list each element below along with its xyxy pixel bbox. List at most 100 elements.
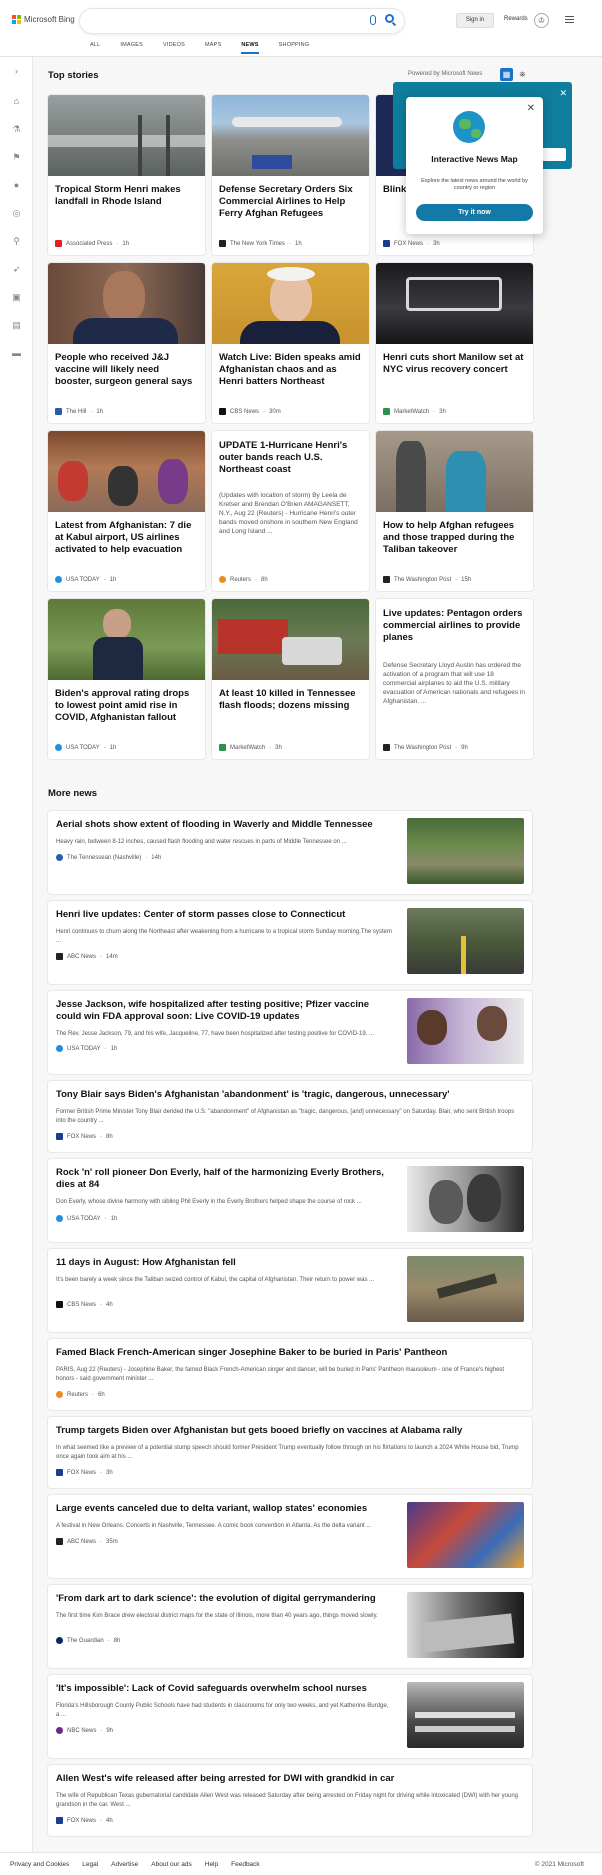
news-title[interactable]: Rock 'n' roll pioneer Don Everly, half o…: [56, 1167, 392, 1191]
news-item[interactable]: Allen West's wife released after being a…: [48, 1765, 532, 1836]
story-card[interactable]: Live updates: Pentagon orders commercial…: [376, 599, 533, 759]
news-item[interactable]: Trump targets Biden over Afghanistan but…: [48, 1417, 532, 1488]
globe-icon[interactable]: ◎: [12, 209, 21, 218]
source-logo-icon: [219, 744, 226, 751]
tab-videos[interactable]: VIDEOS: [163, 42, 185, 52]
story-card[interactable]: Latest from Afghanistan: 7 die at Kabul …: [48, 431, 205, 591]
story-card[interactable]: Biden's approval rating drops to lowest …: [48, 599, 205, 759]
news-title[interactable]: Aerial shots show extent of flooding in …: [56, 819, 392, 831]
source-logo-icon: [56, 1045, 63, 1052]
home-icon[interactable]: ⌂: [12, 97, 21, 106]
news-snippet: The first time Kim Brace drew electoral …: [56, 1613, 378, 1619]
news-title[interactable]: 'It's impossible': Lack of Covid safegua…: [56, 1683, 392, 1695]
story-card[interactable]: UPDATE 1-Hurricane Henri's outer bands r…: [212, 431, 369, 591]
rewards-link[interactable]: Rewards: [504, 16, 528, 22]
footer-link-feedback[interactable]: Feedback: [231, 1861, 260, 1868]
news-item[interactable]: Aerial shots show extent of flooding in …: [48, 811, 532, 894]
story-title[interactable]: At least 10 killed in Tennessee flash fl…: [219, 688, 362, 712]
story-card[interactable]: People who received J&J vaccine will lik…: [48, 263, 205, 423]
news-title[interactable]: Famed Black French-American singer Josep…: [56, 1347, 524, 1359]
science-icon[interactable]: ⚗: [12, 125, 21, 134]
news-title[interactable]: Large events canceled due to delta varia…: [56, 1503, 392, 1515]
search-input[interactable]: [80, 9, 404, 33]
tab-news[interactable]: NEWS: [241, 42, 259, 54]
story-image: [48, 431, 205, 512]
story-card[interactable]: Henri cuts short Manilow set at NYC viru…: [376, 263, 533, 423]
news-item[interactable]: Henri live updates: Center of storm pass…: [48, 901, 532, 984]
story-card[interactable]: Watch Live: Biden speaks amid Afghanista…: [212, 263, 369, 423]
card-icon[interactable]: ▬: [12, 349, 21, 358]
expand-icon[interactable]: ›: [12, 67, 21, 76]
footer-link-advertise[interactable]: Advertise: [111, 1861, 138, 1868]
grid-view-icon[interactable]: ▦: [500, 68, 513, 81]
news-title[interactable]: Trump targets Biden over Afghanistan but…: [56, 1425, 524, 1437]
microscope-icon[interactable]: ⚲: [12, 237, 21, 246]
story-title[interactable]: UPDATE 1-Hurricane Henri's outer bands r…: [219, 440, 362, 476]
source-logo-icon: [56, 1469, 63, 1476]
news-title[interactable]: Tony Blair says Biden's Afghanistan 'aba…: [56, 1089, 524, 1101]
tab-shopping[interactable]: SHOPPING: [279, 42, 310, 52]
microphone-icon[interactable]: [370, 15, 376, 25]
story-title[interactable]: Live updates: Pentagon orders commercial…: [383, 608, 526, 644]
map-pin-icon[interactable]: ●: [12, 181, 21, 190]
tab-maps[interactable]: MAPS: [205, 42, 221, 52]
footer-link-about-ads[interactable]: About our ads: [151, 1861, 191, 1868]
news-title[interactable]: Henri live updates: Center of storm pass…: [56, 909, 392, 921]
bing-logo[interactable]: Microsoft Bing: [12, 15, 75, 24]
news-item[interactable]: 'From dark art to dark science': the evo…: [48, 1585, 532, 1668]
story-title[interactable]: Tropical Storm Henri makes landfall in R…: [55, 184, 198, 208]
map-view-icon[interactable]: ⛯: [516, 68, 529, 81]
story-title[interactable]: Watch Live: Biden speaks amid Afghanista…: [219, 352, 362, 388]
story-image: [212, 95, 369, 176]
flag-icon[interactable]: ⚑: [12, 153, 21, 162]
footer-link-privacy[interactable]: Privacy and Cookies: [10, 1861, 69, 1868]
source-logo-icon: [56, 1727, 63, 1734]
tab-all[interactable]: ALL: [90, 42, 100, 52]
source-logo-icon: [383, 240, 390, 247]
news-item[interactable]: Rock 'n' roll pioneer Don Everly, half o…: [48, 1159, 532, 1242]
close-icon[interactable]: ✕: [527, 103, 535, 114]
news-title[interactable]: Allen West's wife released after being a…: [56, 1773, 524, 1785]
news-title[interactable]: 'From dark art to dark science': the evo…: [56, 1593, 392, 1605]
news-image: [407, 1256, 524, 1322]
more-news-heading: More news: [48, 788, 98, 799]
story-card[interactable]: Defense Secretary Orders Six Commercial …: [212, 95, 369, 255]
news-item[interactable]: 11 days in August: How Afghanistan fell …: [48, 1249, 532, 1332]
news-item[interactable]: Large events canceled due to delta varia…: [48, 1495, 532, 1578]
news-item[interactable]: Tony Blair says Biden's Afghanistan 'aba…: [48, 1081, 532, 1152]
story-card[interactable]: How to help Afghan refugees and those tr…: [376, 431, 533, 591]
story-source: The Washington Post · 15h: [383, 576, 471, 583]
tab-images[interactable]: IMAGES: [120, 42, 143, 52]
footer-link-help[interactable]: Help: [205, 1861, 218, 1868]
news-title[interactable]: Jesse Jackson, wife hospitalized after t…: [56, 999, 392, 1023]
story-title[interactable]: How to help Afghan refugees and those tr…: [383, 520, 526, 556]
story-title[interactable]: Defense Secretary Orders Six Commercial …: [219, 184, 362, 220]
news-item[interactable]: Jesse Jackson, wife hospitalized after t…: [48, 991, 532, 1074]
film-icon[interactable]: ▣: [12, 293, 21, 302]
source-logo-icon: [219, 576, 226, 583]
story-card[interactable]: Tropical Storm Henri makes landfall in R…: [48, 95, 205, 255]
story-source: MarketWatch · 3h: [219, 744, 282, 751]
building-icon[interactable]: ▤: [12, 321, 21, 330]
news-item[interactable]: Famed Black French-American singer Josep…: [48, 1339, 532, 1410]
source-logo-icon: [56, 1215, 63, 1222]
trophy-icon[interactable]: ♔: [534, 13, 549, 28]
source-logo-icon: [56, 1538, 63, 1545]
news-item[interactable]: 'It's impossible': Lack of Covid safegua…: [48, 1675, 532, 1758]
sign-in-button[interactable]: Sign in: [456, 13, 494, 28]
news-title[interactable]: 11 days in August: How Afghanistan fell: [56, 1257, 392, 1269]
try-it-now-button[interactable]: Try it now: [416, 204, 533, 221]
news-source: FOX News · 4h: [56, 1817, 113, 1824]
story-title[interactable]: People who received J&J vaccine will lik…: [55, 352, 198, 388]
search-icon[interactable]: [385, 14, 394, 23]
footer-link-legal[interactable]: Legal: [82, 1861, 98, 1868]
story-title[interactable]: Latest from Afghanistan: 7 die at Kabul …: [55, 520, 198, 556]
news-image: [407, 1502, 524, 1568]
close-icon[interactable]: ✕: [559, 88, 567, 99]
rocket-icon[interactable]: ➶: [12, 265, 21, 274]
source-logo-icon: [55, 576, 62, 583]
story-title[interactable]: Biden's approval rating drops to lowest …: [55, 688, 198, 724]
hamburger-menu-icon[interactable]: [565, 16, 574, 25]
story-title[interactable]: Henri cuts short Manilow set at NYC viru…: [383, 352, 526, 376]
story-card[interactable]: At least 10 killed in Tennessee flash fl…: [212, 599, 369, 759]
